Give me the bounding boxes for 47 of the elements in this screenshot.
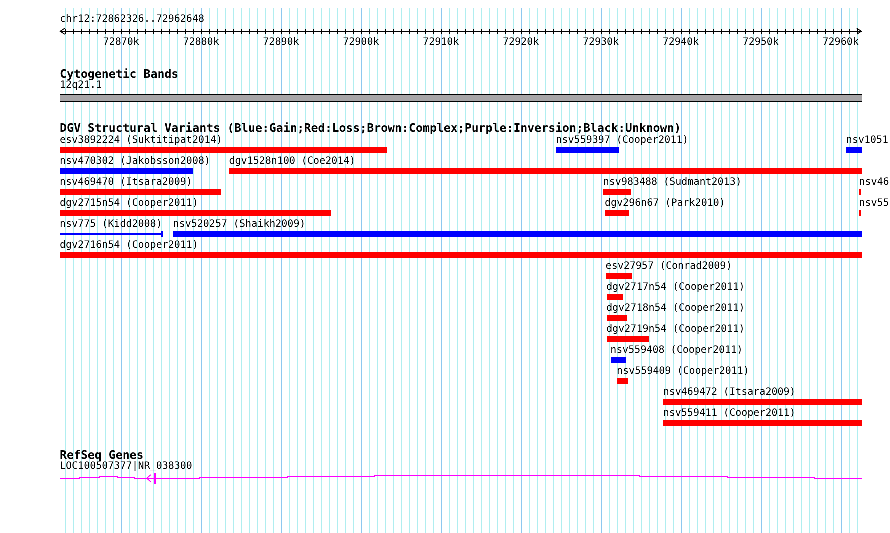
variant-label: nsv559408 (Cooper2011) — [610, 345, 744, 356]
tick-label: 72900k — [343, 37, 380, 48]
variant-label: dgv2715n54 (Cooper2011) — [60, 198, 198, 209]
variant-label: nsv559409 (Cooper2011) — [616, 366, 750, 377]
track-title: Cytogenetic Bands — [60, 68, 179, 80]
variant-label: dgv1528n100 (Coe2014) — [229, 156, 356, 167]
variant-label: nsv559397 (Cooper2011) — [556, 135, 689, 146]
variant-label: nsv775 (Kidd2008) — [60, 219, 162, 230]
variant-label: nsv55 — [859, 198, 890, 209]
track-title: DGV Structural Variants (Blue:Gain;Red:Loss;Brown:Complex;Purple:Inversion;Black:Unknown) — [60, 122, 682, 134]
variant-bar[interactable] — [616, 378, 628, 384]
tick-label: 72940k — [662, 37, 699, 48]
variant-label: dgv2719n54 (Cooper2011) — [606, 324, 746, 335]
tick-label: 72870k — [103, 37, 140, 48]
tick-label: 72920k — [502, 37, 540, 48]
variant-bar[interactable] — [606, 315, 628, 321]
variant-label: dgv2717n54 (Cooper2011) — [606, 282, 746, 293]
tick-label: 72950k — [742, 37, 779, 48]
variant-label: nsv520257 (Shaikh2009) — [173, 219, 306, 230]
variant-label: nsv469472 (Itsara2009) — [663, 387, 796, 398]
variant-label: nsv46 — [859, 177, 890, 188]
variant-label: esv3892224 (Suktitipat2014) — [60, 135, 223, 146]
band-label: 12q21.1 — [60, 80, 102, 91]
variant-label: nsv1051 — [846, 135, 889, 146]
variant-bar[interactable] — [859, 189, 862, 195]
gene-drawing[interactable] — [60, 472, 862, 484]
variant-label: esv27957 (Conrad2009) — [606, 261, 732, 272]
region-location: chr12:72862326..72962648 — [60, 14, 204, 26]
tick-label: 72930k — [582, 37, 620, 48]
variant-label: nsv470302 (Jakobsson2008) — [60, 156, 211, 167]
tick-label: 72910k — [423, 37, 460, 48]
tick-label: 72880k — [183, 37, 220, 48]
variant-label: nsv559411 (Cooper2011) — [663, 408, 796, 419]
variant-label: dgv296n67 (Park2010) — [605, 198, 726, 209]
variant-bar[interactable] — [606, 273, 632, 279]
variant-bar[interactable] — [606, 294, 624, 300]
variant-bar[interactable] — [859, 210, 862, 216]
variant-label: dgv2716n54 (Cooper2011) — [60, 240, 198, 251]
tick-label: 72890k — [263, 37, 300, 48]
gene-label: LOC100507377|NR_038300 — [60, 461, 192, 472]
variant-label: nsv469470 (Itsara2009) — [60, 177, 192, 188]
variant-bar[interactable] — [610, 357, 626, 363]
variant-label: nsv983488 (Sudmant2013) — [603, 177, 742, 188]
track-title: RefSeq Genes — [60, 449, 144, 461]
variant-label: dgv2718n54 (Cooper2011) — [606, 303, 746, 314]
tick-label: 72960k — [822, 37, 859, 48]
variant-bar[interactable] — [60, 231, 163, 237]
